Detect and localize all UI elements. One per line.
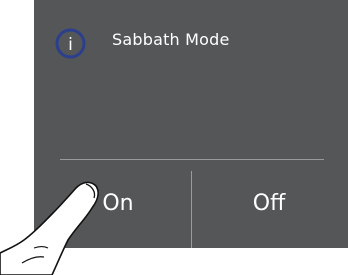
info-icon[interactable]: i xyxy=(55,28,86,59)
on-button[interactable]: On xyxy=(82,190,154,218)
off-button[interactable]: Off xyxy=(234,190,304,218)
vertical-divider xyxy=(191,171,192,248)
horizontal-divider xyxy=(60,159,324,160)
dialog-title: Sabbath Mode xyxy=(112,30,230,49)
info-glyph: i xyxy=(68,35,73,55)
sabbath-mode-dialog: i Sabbath Mode On Off xyxy=(34,0,348,248)
